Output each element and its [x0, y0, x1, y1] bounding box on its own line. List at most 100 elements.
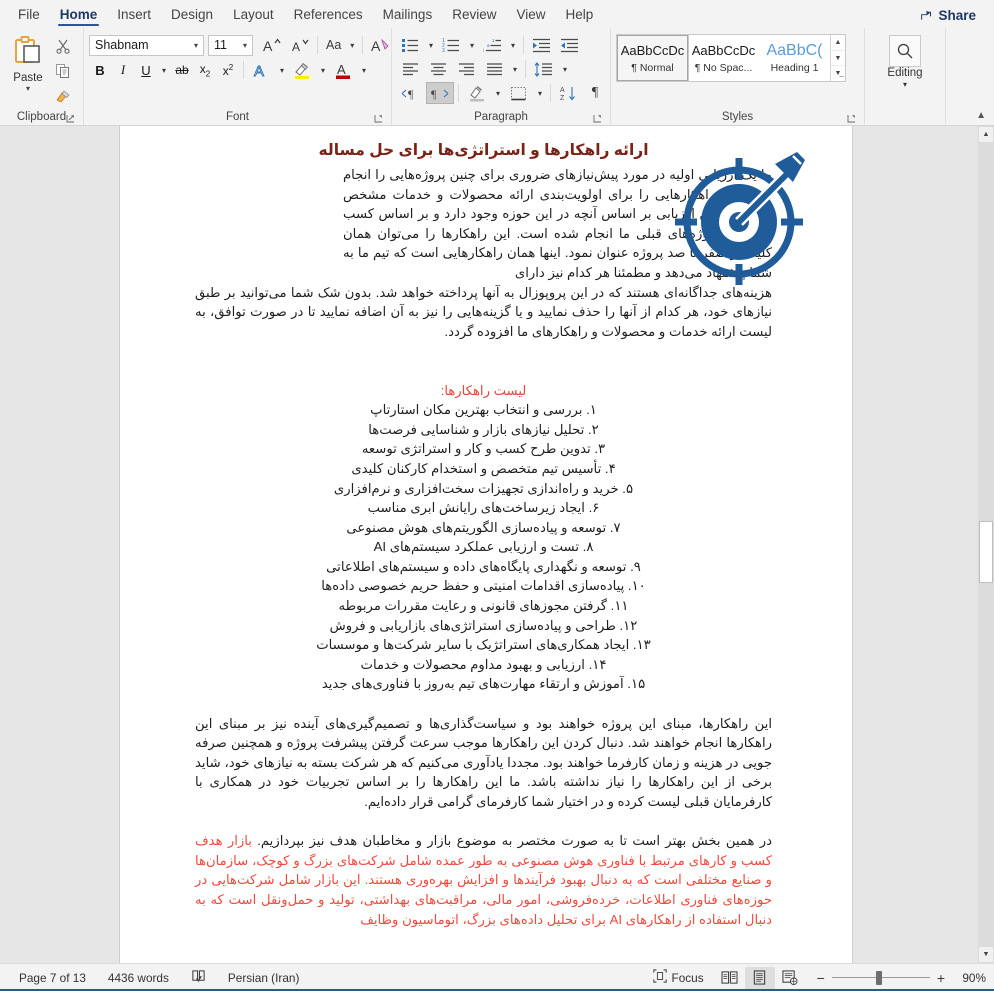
- tab-mailings[interactable]: Mailings: [373, 5, 443, 28]
- styles-scroll-down[interactable]: ▼: [831, 51, 845, 67]
- shading-button[interactable]: [463, 82, 491, 104]
- chevron-down-icon[interactable]: ▾: [559, 58, 571, 80]
- copy-button[interactable]: [53, 61, 73, 81]
- decrease-indent-button[interactable]: [528, 34, 555, 56]
- grow-font-button[interactable]: A: [258, 34, 285, 56]
- increase-indent-button[interactable]: [556, 34, 583, 56]
- tab-file[interactable]: File: [8, 5, 50, 28]
- tab-home[interactable]: Home: [50, 5, 108, 28]
- zoom-out-button[interactable]: −: [817, 970, 825, 986]
- group-label-font: Font: [89, 109, 386, 125]
- cut-button[interactable]: [53, 36, 73, 56]
- right-to-left-button[interactable]: ¶: [426, 82, 454, 104]
- change-case-button[interactable]: Aa: [322, 34, 345, 56]
- justify-button[interactable]: [481, 58, 508, 80]
- numbered-list-button[interactable]: 123: [438, 34, 465, 56]
- chevron-down-icon[interactable]: ▾: [425, 34, 437, 56]
- font-size-combo[interactable]: 11 ▾: [208, 34, 253, 56]
- document-page[interactable]: ارائه راهکارها و استراتژی‌ها برای حل مسا…: [120, 126, 852, 963]
- zoom-in-button[interactable]: +: [937, 970, 945, 986]
- format-painter-button[interactable]: [53, 86, 73, 106]
- align-right-button[interactable]: [453, 58, 480, 80]
- tab-layout[interactable]: Layout: [223, 5, 284, 28]
- chevron-down-icon[interactable]: ▾: [492, 82, 504, 104]
- tab-insert[interactable]: Insert: [107, 5, 161, 28]
- align-left-button[interactable]: [397, 58, 424, 80]
- tab-help[interactable]: Help: [556, 5, 604, 28]
- zoom-slider[interactable]: [831, 967, 930, 989]
- page-indicator[interactable]: Page 7 of 13: [8, 971, 97, 985]
- vertical-scrollbar[interactable]: ▲ ▼: [977, 126, 994, 963]
- chevron-down-icon[interactable]: ▾: [509, 58, 521, 80]
- tab-review[interactable]: Review: [442, 5, 506, 28]
- styles-dialog-launcher[interactable]: [847, 114, 857, 124]
- style-heading-1[interactable]: AaBbC( Heading 1: [759, 35, 830, 81]
- styles-more[interactable]: ▼̲: [831, 66, 845, 81]
- superscript-button[interactable]: x2: [217, 59, 239, 81]
- subscript-button[interactable]: x2: [194, 59, 216, 81]
- web-layout-button[interactable]: [775, 967, 805, 989]
- scroll-down-arrow[interactable]: ▼: [978, 946, 994, 963]
- zoom-controls[interactable]: − + 90%: [805, 967, 986, 989]
- chevron-down-icon[interactable]: ▾: [346, 34, 358, 56]
- chevron-down-icon[interactable]: ▾: [317, 59, 329, 81]
- text-effects-button[interactable]: A: [248, 59, 275, 81]
- tab-view[interactable]: View: [506, 5, 555, 28]
- font-name-combo[interactable]: Shabnam ▾: [89, 34, 204, 56]
- italic-button[interactable]: I: [112, 59, 134, 81]
- styles-gallery-scrollbar[interactable]: ▲ ▼ ▼̲: [830, 35, 845, 81]
- chevron-down-icon[interactable]: ▾: [507, 34, 519, 56]
- sort-button[interactable]: AZ: [555, 82, 583, 104]
- chevron-down-icon[interactable]: ▾: [903, 80, 907, 90]
- paste-button[interactable]: Paste ▾: [5, 32, 51, 93]
- print-layout-button[interactable]: [744, 966, 775, 989]
- collapse-ribbon-button[interactable]: ▲: [976, 110, 986, 121]
- paragraph-dialog-launcher[interactable]: [593, 114, 603, 124]
- clipboard-dialog-launcher[interactable]: [66, 114, 76, 124]
- scrollbar-thumb[interactable]: [979, 521, 993, 583]
- style-normal[interactable]: AaBbCcDc ¶ Normal: [616, 34, 689, 82]
- chevron-down-icon[interactable]: ▾: [158, 59, 170, 81]
- chevron-down-icon[interactable]: ▾: [26, 85, 30, 93]
- font-color-button[interactable]: A: [330, 59, 357, 81]
- tab-design[interactable]: Design: [161, 5, 223, 28]
- chevron-down-icon[interactable]: ▾: [534, 82, 546, 104]
- borders-button[interactable]: [505, 82, 533, 104]
- chevron-down-icon[interactable]: ▾: [358, 59, 370, 81]
- tab-references[interactable]: References: [284, 5, 373, 28]
- bullet-list-button[interactable]: [397, 34, 424, 56]
- line-spacing-button[interactable]: [530, 58, 558, 80]
- styles-label: Styles: [721, 111, 754, 123]
- styles-scroll-up[interactable]: ▲: [831, 35, 845, 51]
- font-dialog-launcher[interactable]: [374, 114, 384, 124]
- read-mode-button[interactable]: [715, 967, 745, 989]
- scroll-up-arrow[interactable]: ▲: [978, 126, 994, 143]
- language-indicator[interactable]: Persian (Iran): [217, 971, 310, 985]
- target-dartboard-icon: [675, 150, 810, 286]
- align-center-button[interactable]: [425, 58, 452, 80]
- focus-mode-button[interactable]: Focus: [642, 969, 715, 986]
- chevron-down-icon[interactable]: ▾: [466, 34, 478, 56]
- bold-button[interactable]: B: [89, 59, 111, 81]
- zoom-slider-handle[interactable]: [875, 970, 882, 985]
- zoom-level-label[interactable]: 90%: [952, 971, 986, 985]
- svg-text:A: A: [337, 62, 346, 77]
- shrink-font-button[interactable]: A: [286, 34, 313, 56]
- word-count[interactable]: 4436 words: [97, 971, 180, 985]
- style-no-spacing[interactable]: AaBbCcDc ¶ No Spac...: [688, 35, 759, 81]
- strikethrough-button[interactable]: ab: [171, 59, 193, 81]
- left-to-right-button[interactable]: ¶: [397, 82, 425, 104]
- text-highlight-button[interactable]: [289, 59, 316, 81]
- multilevel-list-button[interactable]: 1ai: [479, 34, 506, 56]
- chevron-down-icon[interactable]: ▾: [191, 41, 201, 50]
- proofing-status[interactable]: [180, 969, 217, 987]
- chevron-down-icon[interactable]: ▾: [240, 41, 250, 50]
- underline-button[interactable]: U: [135, 59, 157, 81]
- share-button[interactable]: Share: [912, 6, 984, 25]
- show-formatting-marks-button[interactable]: ¶: [584, 82, 606, 104]
- editing-button[interactable]: Editing ▾: [879, 32, 931, 90]
- list-item: ۱۳. ایجاد همکاری‌های استراتژیک با سایر ش…: [316, 637, 651, 653]
- chevron-down-icon[interactable]: ▾: [276, 59, 288, 81]
- page-content[interactable]: ارائه راهکارها و استراتژی‌ها برای حل مسا…: [195, 140, 805, 929]
- tab-label: Review: [452, 7, 497, 22]
